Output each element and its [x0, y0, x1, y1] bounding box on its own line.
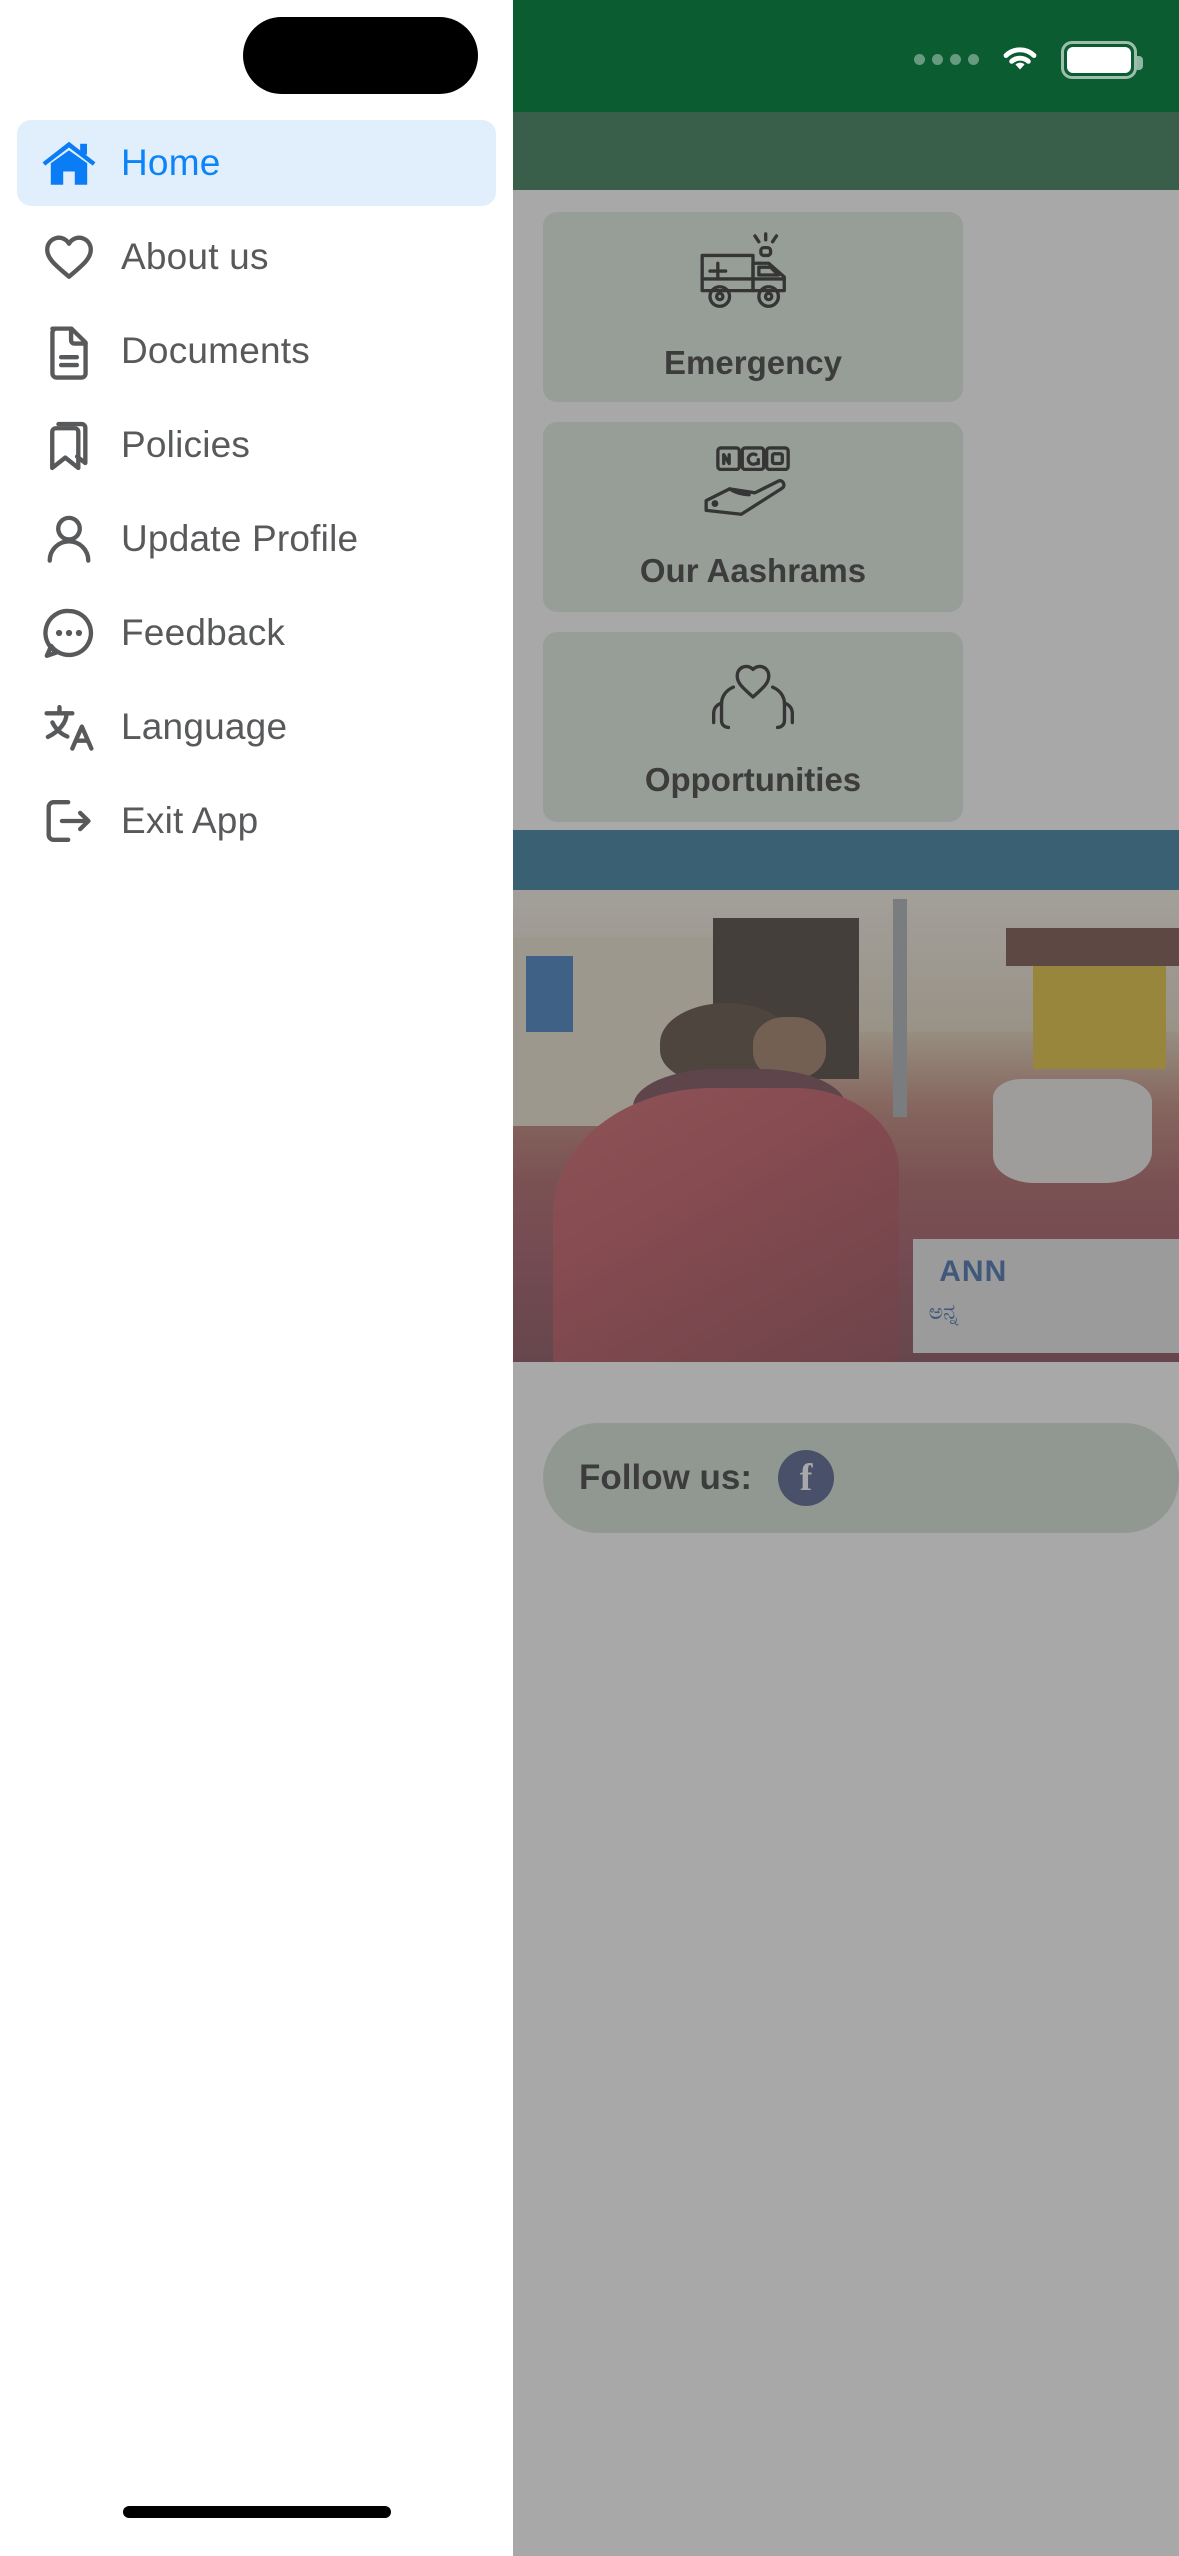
sidebar-item-about-us[interactable]: About us	[17, 214, 496, 300]
status-bar-indicators	[914, 40, 1143, 79]
navigation-drawer: Home About us Documents Policies Update …	[0, 0, 513, 2556]
sidebar-item-label: Policies	[121, 424, 251, 465]
bookmarks-icon	[17, 415, 121, 475]
logout-icon	[17, 795, 121, 847]
sidebar-item-update-profile[interactable]: Update Profile	[17, 496, 496, 582]
sidebar-item-label: Update Profile	[121, 518, 359, 559]
sidebar-item-feedback[interactable]: Feedback	[17, 590, 496, 676]
sidebar-item-language[interactable]: Language	[17, 684, 496, 770]
sidebar-item-policies[interactable]: Policies	[17, 402, 496, 488]
dynamic-island	[243, 17, 478, 94]
drawer-menu: Home About us Documents Policies Update …	[0, 120, 513, 872]
battery-icon	[1061, 40, 1143, 79]
sidebar-item-exit-app[interactable]: Exit App	[17, 778, 496, 864]
sidebar-item-label: Documents	[121, 330, 310, 371]
sidebar-item-label: About us	[121, 236, 269, 277]
phone-screen: Emergency Our	[0, 0, 1179, 2556]
document-icon	[17, 322, 121, 380]
sidebar-item-label: Home	[121, 142, 221, 183]
sidebar-item-label: Language	[121, 706, 288, 747]
sidebar-item-label: Exit App	[121, 800, 259, 841]
sidebar-item-documents[interactable]: Documents	[17, 308, 496, 394]
translate-icon	[17, 698, 121, 756]
heart-icon	[17, 230, 121, 284]
signal-dots-icon	[914, 54, 979, 65]
home-icon	[17, 135, 121, 191]
user-icon	[17, 510, 121, 568]
sidebar-item-home[interactable]: Home	[17, 120, 496, 206]
home-indicator	[122, 2506, 391, 2518]
wifi-icon	[997, 40, 1043, 79]
sidebar-item-label: Feedback	[121, 612, 286, 653]
chat-bubble-icon	[17, 604, 121, 662]
